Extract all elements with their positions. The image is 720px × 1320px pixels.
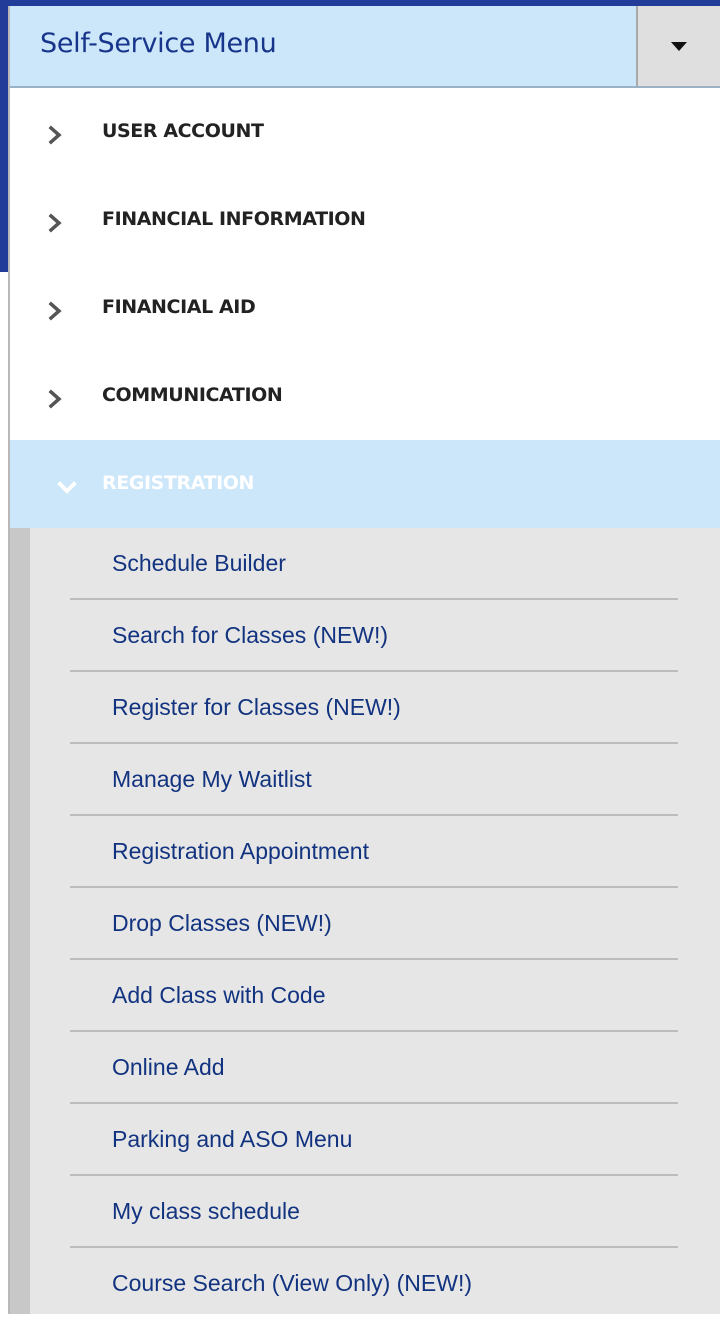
chevron-right-icon bbox=[48, 213, 62, 233]
submenu-item[interactable]: Add Class with Code bbox=[30, 960, 720, 1032]
submenu-link[interactable]: Course Search (View Only) (NEW!) bbox=[112, 1270, 472, 1297]
registration-submenu: Schedule Builder Search for Classes (NEW… bbox=[10, 528, 720, 1314]
submenu-item[interactable]: Manage My Waitlist bbox=[30, 744, 720, 816]
submenu-item[interactable]: Course Search (View Only) (NEW!) bbox=[30, 1248, 720, 1320]
category-financial-information[interactable]: FINANCIAL INFORMATION bbox=[10, 176, 720, 264]
chevron-right-icon bbox=[48, 389, 62, 409]
menu-dropdown-toggle[interactable] bbox=[636, 6, 720, 86]
menu-title: Self-Service Menu bbox=[40, 28, 277, 59]
submenu-link[interactable]: Register for Classes (NEW!) bbox=[112, 694, 401, 721]
submenu-item[interactable]: Register for Classes (NEW!) bbox=[30, 672, 720, 744]
submenu-item[interactable]: My class schedule bbox=[30, 1176, 720, 1248]
submenu-link[interactable]: Online Add bbox=[112, 1054, 225, 1081]
category-label: REGISTRATION bbox=[102, 472, 255, 494]
submenu-link[interactable]: Search for Classes (NEW!) bbox=[112, 622, 388, 649]
submenu-item[interactable]: Registration Appointment bbox=[30, 816, 720, 888]
chevron-down-icon bbox=[57, 481, 77, 494]
submenu-link[interactable]: Parking and ASO Menu bbox=[112, 1126, 352, 1153]
submenu-link[interactable]: Drop Classes (NEW!) bbox=[112, 910, 332, 937]
category-label: USER ACCOUNT bbox=[102, 120, 264, 142]
category-label: FINANCIAL AID bbox=[102, 296, 256, 318]
submenu-item[interactable]: Schedule Builder bbox=[30, 528, 720, 600]
submenu-item[interactable]: Online Add bbox=[30, 1032, 720, 1104]
self-service-menu: Self-Service Menu USER ACCOUNT FINANCIAL… bbox=[8, 6, 720, 1314]
chevron-right-icon bbox=[48, 301, 62, 321]
category-label: FINANCIAL INFORMATION bbox=[102, 208, 366, 230]
category-communication[interactable]: COMMUNICATION bbox=[10, 352, 720, 440]
chevron-right-icon bbox=[48, 125, 62, 145]
submenu-link[interactable]: Manage My Waitlist bbox=[112, 766, 312, 793]
category-user-account[interactable]: USER ACCOUNT bbox=[10, 88, 720, 176]
submenu-link[interactable]: Add Class with Code bbox=[112, 982, 326, 1009]
submenu-link[interactable]: Schedule Builder bbox=[112, 550, 286, 577]
category-financial-aid[interactable]: FINANCIAL AID bbox=[10, 264, 720, 352]
category-label: COMMUNICATION bbox=[102, 384, 283, 406]
submenu-item[interactable]: Search for Classes (NEW!) bbox=[30, 600, 720, 672]
submenu-item[interactable]: Drop Classes (NEW!) bbox=[30, 888, 720, 960]
caret-down-icon bbox=[671, 41, 687, 51]
submenu-link[interactable]: My class schedule bbox=[112, 1198, 300, 1225]
category-registration[interactable]: REGISTRATION bbox=[10, 440, 720, 528]
submenu-link[interactable]: Registration Appointment bbox=[112, 838, 369, 865]
menu-header: Self-Service Menu bbox=[10, 6, 720, 88]
submenu-item[interactable]: Parking and ASO Menu bbox=[30, 1104, 720, 1176]
